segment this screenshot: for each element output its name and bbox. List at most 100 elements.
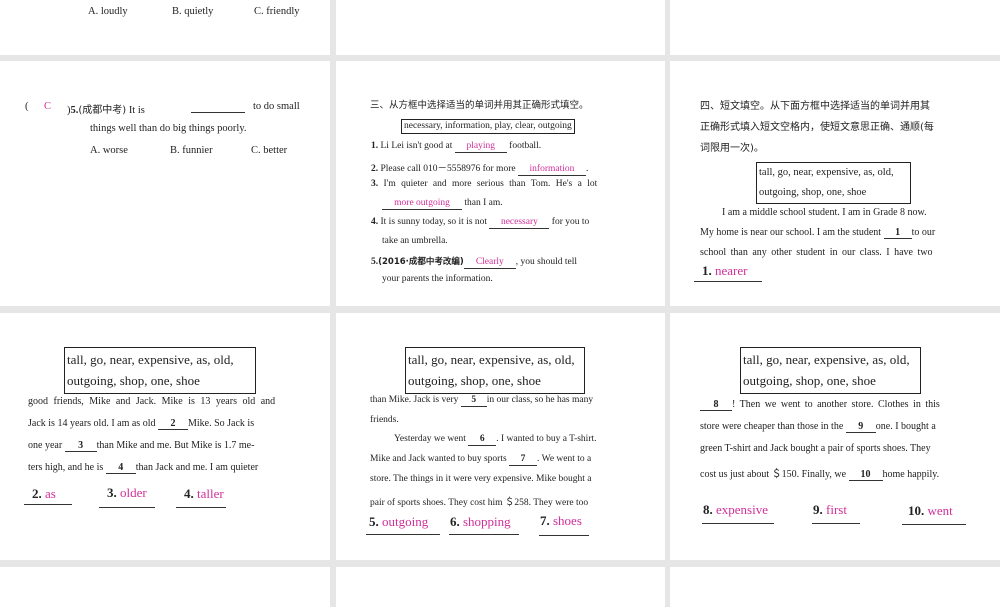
answer: more outgoing	[382, 198, 462, 210]
slide-thumb-3[interactable]	[670, 0, 1000, 55]
blank-8: 8	[700, 399, 732, 411]
passage-text: My home is near our school. I am the stu…	[700, 227, 882, 238]
passage-text: ! Then we went to another store. Clothes…	[732, 399, 940, 410]
answer-6: 6. shopping	[449, 514, 519, 535]
section-title: 四、短文填空。从下面方框中选择适当的单词并用其	[700, 101, 930, 112]
item-text: I'm quieter and more serious than Tom. H…	[383, 179, 598, 189]
passage-text: than Mike. Jack is very	[370, 395, 459, 405]
passage-text: . We went to a	[537, 454, 592, 464]
item-text: .	[585, 164, 589, 174]
slide-thumb-1[interactable]: A. loudly B. quietly C. friendly	[0, 0, 330, 55]
answer-10: 10. went	[902, 503, 966, 525]
slide-thumb-9[interactable]: tall, go, near, expensive, as, old, outgo…	[670, 313, 1000, 560]
answer-text: shoes	[553, 513, 582, 528]
slide-thumb-4[interactable]: ( C )5.(成都中考) It is to do small things w…	[0, 61, 330, 306]
answer-number: 8.	[703, 502, 713, 517]
slide-thumb-8[interactable]: tall, go, near, expensive, as, old, outgo…	[336, 313, 665, 560]
answer-text: first	[826, 502, 847, 517]
question-text: It is	[128, 105, 145, 116]
item-text: than I am.	[464, 198, 503, 208]
slide-thumb-7[interactable]: tall, go, near, expensive, as, old, outgo…	[0, 313, 330, 560]
passage-line: good friends, Mike and Jack. Mike is 13 …	[28, 396, 276, 407]
answer-number: 2.	[32, 486, 42, 501]
slide-thumb-12[interactable]	[670, 567, 1000, 607]
blank-6: 6	[468, 434, 497, 446]
word-box-line: outgoing, shop, one, shoe	[743, 373, 876, 388]
blank-2: 2	[157, 418, 188, 430]
answer-4: 4. taller	[176, 486, 226, 508]
answer: Clearly	[463, 257, 516, 269]
blank-7: 7	[509, 454, 538, 466]
answer-number: 5.	[369, 514, 379, 529]
item-text: football.	[509, 141, 542, 151]
passage-text: in our class, so he has many	[486, 395, 594, 405]
answer-number: 3.	[107, 485, 117, 500]
slide-thumb-6[interactable]: 四、短文填空。从下面方框中选择适当的单词并用其 正确形式填入短文空格内，使短文意…	[670, 61, 1000, 306]
answer: playing	[454, 141, 507, 153]
item-text: your parents the information.	[382, 274, 493, 284]
word-box: tall, go, near, expensive, as, old, outgo…	[740, 347, 921, 394]
word-box: tall, go, near, expensive, as, old, outgo…	[405, 347, 585, 394]
item-text: , you should tell	[515, 257, 578, 267]
word-box: tall, go, near, expensive, as, old, outgo…	[756, 162, 911, 204]
blank-10: 10	[848, 469, 883, 481]
blank-3: 3	[64, 440, 97, 452]
passage-text: cost us just about ＄150. Finally, we	[700, 469, 847, 480]
question-text: things well than do big things poorly.	[90, 123, 247, 134]
section-title: 词限用一次)。	[700, 143, 764, 154]
slide-thumb-10[interactable]	[0, 567, 330, 607]
slide-thumb-11[interactable]	[336, 567, 665, 607]
passage-text: ters high, and he is	[28, 462, 104, 473]
source: (成都中考)	[78, 105, 127, 116]
answer-number: 10.	[908, 503, 925, 518]
passage-text: than Mike and me. But Mike is 1.7 me-	[96, 440, 255, 451]
passage-text: Mike and Jack wanted to buy sports	[370, 454, 507, 464]
item-number: 3.	[371, 179, 379, 189]
passage-text: to our	[911, 227, 936, 238]
answer-letter: C	[44, 101, 52, 112]
word-box-line: tall, go, near, expensive, as, old,	[759, 167, 894, 178]
answer-text: older	[120, 485, 147, 500]
paren: (	[25, 101, 29, 112]
word-box: necessary, information, play, clear, out…	[401, 119, 575, 134]
passage-line: I am a middle school student. I am in Gr…	[722, 207, 927, 218]
passage-text: home happily.	[882, 469, 940, 480]
blank-9: 9	[845, 421, 876, 433]
item-text: Li Lei isn't good at	[380, 141, 453, 151]
item-number: 4.	[371, 217, 379, 227]
passage-text: than Jack and me. I am quieter	[135, 462, 259, 473]
answer-text: as	[45, 486, 56, 501]
word-box-line: outgoing, shop, one, shoe	[759, 187, 867, 198]
passage-text: Yesterday we went	[394, 434, 466, 444]
passage-line: store. The things in it were very expens…	[370, 474, 592, 484]
option-c: C. friendly	[254, 6, 300, 17]
answer-text: taller	[197, 486, 224, 501]
answer-5: 5. outgoing	[366, 514, 440, 535]
passage-line: school than any other student in our cla…	[700, 247, 933, 258]
answer-3: 3. older	[99, 485, 155, 508]
section-title: 正确形式填入短文空格内，使短文意思正确、通顺(每	[700, 122, 934, 133]
item-number: 2.	[371, 164, 379, 174]
answer-7: 7. shoes	[539, 513, 589, 536]
blank-1: 1	[883, 227, 912, 239]
slide-thumb-2[interactable]	[336, 0, 665, 55]
answer-number: 4.	[184, 486, 194, 501]
source: (2016·成都中考改编)	[378, 257, 464, 267]
answer-number: 9.	[813, 502, 823, 517]
word-box-line: outgoing, shop, one, shoe	[67, 373, 200, 388]
answer-text: expensive	[716, 502, 768, 517]
blank-5: 5	[460, 395, 487, 407]
item-text: Please call 010－5558976 for more	[380, 164, 516, 174]
slide-thumb-5[interactable]: 三、从方框中选择适当的单词并用其正确形式填空。 necessary, infor…	[336, 61, 665, 306]
passage-text: Mike. So Jack is	[187, 418, 255, 429]
item-number: 1.	[371, 141, 379, 151]
option-b: B. quietly	[172, 6, 214, 17]
item-text: It is sunny today, so it is not	[380, 217, 488, 227]
passage-line: pair of sports shoes. They cost him ＄258…	[370, 498, 589, 508]
answer-number: 6.	[450, 514, 460, 529]
answer-text: outgoing	[382, 514, 429, 529]
answer-8: 8. expensive	[702, 502, 774, 524]
option-b: B. funnier	[170, 145, 213, 156]
passage-text: Jack is 14 years old. I am as old	[28, 418, 156, 429]
passage-text: . I wanted to buy a T-shirt.	[496, 434, 597, 444]
